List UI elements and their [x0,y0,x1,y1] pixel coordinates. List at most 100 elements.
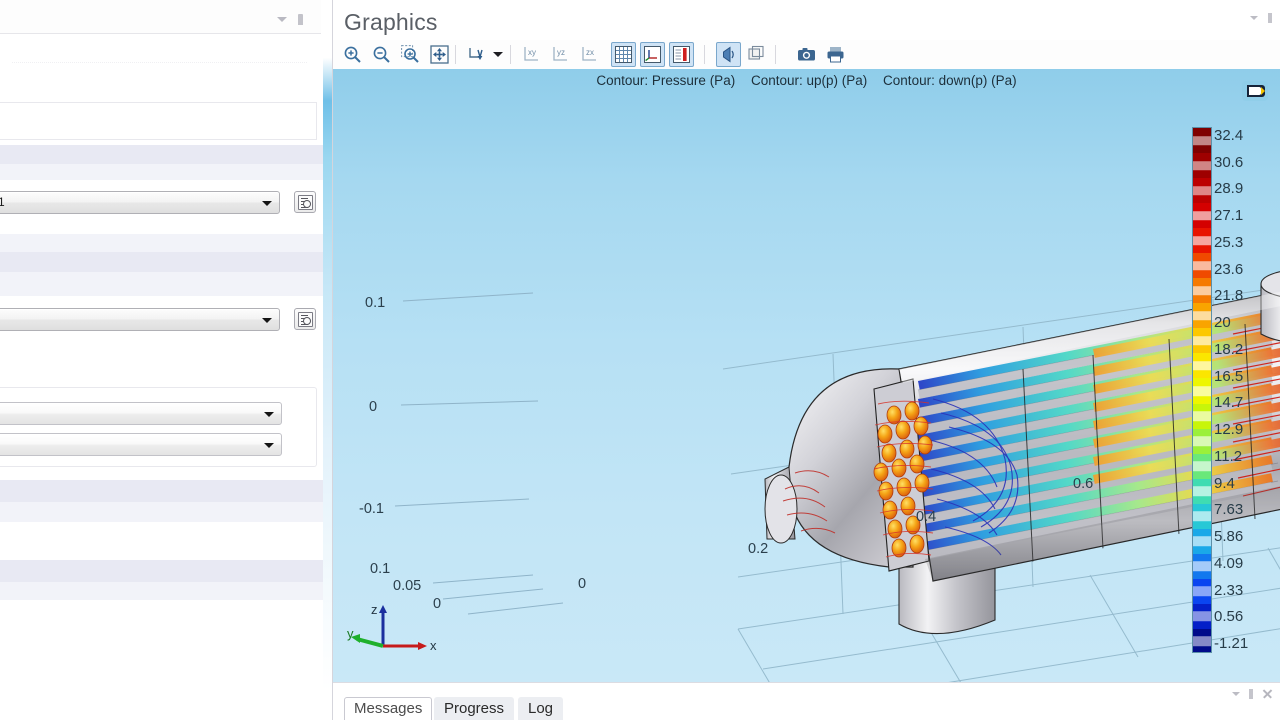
legend-tick-label: 9.4 [1214,474,1235,492]
zoom-extents-button[interactable] [427,42,452,67]
image-snapshot-button[interactable] [794,42,819,67]
sidebar-section-band-8 [0,560,323,582]
show-axis-orientation-button[interactable] [640,42,665,67]
bottom-panel: Messages Progress Log [333,682,1280,720]
legend-color-band [1193,528,1211,554]
print-button[interactable] [823,42,848,67]
pin-icon[interactable] [1249,689,1253,699]
color-legend: 32.4 30.6 28.9 27.1 25.3 23.6 21.8 20 18.2 16.5 14… [1192,127,1268,653]
axis-label-z-1: 0.05 [393,578,422,594]
sidebar-combo-1[interactable]: 1 [0,191,280,214]
svg-text:x: x [430,638,437,653]
legend-color-band [1193,478,1211,504]
go-to-xy-view-button[interactable]: xy [519,42,544,67]
svg-text:zx: zx [586,48,594,57]
legend-color-band [1193,303,1211,329]
legend-tick-label: 27.1 [1214,207,1244,225]
show-grid-button[interactable] [611,42,636,67]
pin-icon[interactable] [1268,13,1272,23]
axis-label-y-2: -0.1 [359,501,384,517]
legend-tick-label: 23.6 [1214,260,1244,278]
chevron-down-icon[interactable] [1232,692,1240,696]
svg-text:xy: xy [528,48,536,57]
transparency-button[interactable] [745,42,770,67]
sidebar-splitter[interactable] [323,0,333,720]
sidebar-select-button-2[interactable] [294,308,316,330]
legend-color-band [1193,328,1211,354]
sidebar-field-row-2 [0,303,333,345]
legend-tick-label: 11.2 [1214,447,1243,465]
graphics-window-controls[interactable] [1250,13,1272,23]
chevron-down-icon [262,318,272,323]
legend-color-band [1193,153,1211,179]
axis-label-x-0: 0 [578,576,587,592]
legend-color-band [1193,353,1211,379]
chevron-down-icon [264,443,274,448]
sidebar-section-band-5 [0,272,323,296]
sidebar-field-row-1: 1 [0,186,333,228]
legend-color-band [1193,503,1211,529]
legend-color-band [1193,128,1211,154]
axis-orientation-triad: x y z [347,602,437,653]
legend-color-band [1193,378,1211,404]
comsol-application-window: 1 [0,0,1280,720]
legend-color-band [1193,403,1211,429]
go-to-default-view-button[interactable] [464,42,489,67]
legend-tick-label: 12.9 [1214,421,1244,439]
sidebar-section-band-3 [0,234,323,252]
graphics-window: Graphics xy yz zx Contour: Pressure (Pa)… [333,0,1280,720]
svg-text:z: z [371,602,378,617]
legend-color-band [1193,578,1211,604]
chevron-down-icon[interactable] [277,17,287,22]
scene-light-button[interactable] [716,42,741,67]
graphics-toolbar: xy yz zx [333,40,1280,69]
axis-label-z-0: 0.1 [370,561,391,577]
heat-exchanger-3d-scene [722,271,1280,682]
legend-tick-label: -1.21 [1214,635,1249,652]
tab-progress[interactable]: Progress [434,697,515,720]
settings-sidebar: 1 [0,0,333,720]
legend-tick-label: 7.63 [1214,501,1244,519]
svg-text:y: y [347,626,354,641]
legend-tick-label: 18.2 [1214,340,1244,358]
legend-tick-label: 2.33 [1214,581,1244,599]
legend-color-band [1193,453,1211,479]
sidebar-combo-2[interactable] [0,308,280,331]
show-color-legend-button[interactable] [669,42,694,67]
sidebar-section-band-6 [0,480,323,502]
sidebar-combo-3[interactable] [0,402,282,425]
sidebar-section-band-7 [0,502,323,522]
toolbar-separator-4 [775,45,776,64]
toolbar-separator-2 [510,45,511,64]
go-to-zx-view-button[interactable]: zx [577,42,602,67]
sidebar-section-band-4 [0,252,323,272]
plot-canvas[interactable]: Contour: Pressure (Pa) Contour: up(p) (P… [333,69,1280,682]
axis-label-y-0: 0.1 [365,295,386,311]
axis-label-x-2: 0.4 [916,509,937,525]
axis-label-y-1: 0 [369,399,378,415]
zoom-box-button[interactable] [398,42,423,67]
sidebar-window-controls[interactable] [277,14,303,25]
sidebar-select-button-1[interactable] [294,191,316,213]
close-icon[interactable] [1262,689,1272,699]
color-legend-bar [1192,127,1212,653]
chevron-down-icon[interactable] [1250,16,1258,20]
legend-tick-label: 32.4 [1214,127,1244,144]
view-dropdown-caret-icon[interactable] [493,52,503,57]
bottom-panel-window-controls[interactable] [1232,689,1272,699]
axis-label-x-3: 0.6 [1073,476,1094,492]
zoom-in-button[interactable] [340,42,365,67]
tab-messages[interactable]: Messages [344,697,433,720]
sidebar-combo-4[interactable] [0,433,282,456]
legend-tick-label: 28.9 [1214,180,1244,198]
legend-tick-label: 4.09 [1214,554,1244,572]
axis-label-x-1: 0.2 [748,541,769,557]
legend-color-band [1193,203,1211,229]
tab-log[interactable]: Log [518,697,564,720]
legend-tick-label: 16.5 [1214,367,1244,385]
chevron-down-icon [262,201,272,206]
go-to-yz-view-button[interactable]: yz [548,42,573,67]
zoom-out-button[interactable] [369,42,394,67]
pin-icon[interactable] [298,14,303,25]
legend-tick-label: 21.8 [1214,287,1244,305]
